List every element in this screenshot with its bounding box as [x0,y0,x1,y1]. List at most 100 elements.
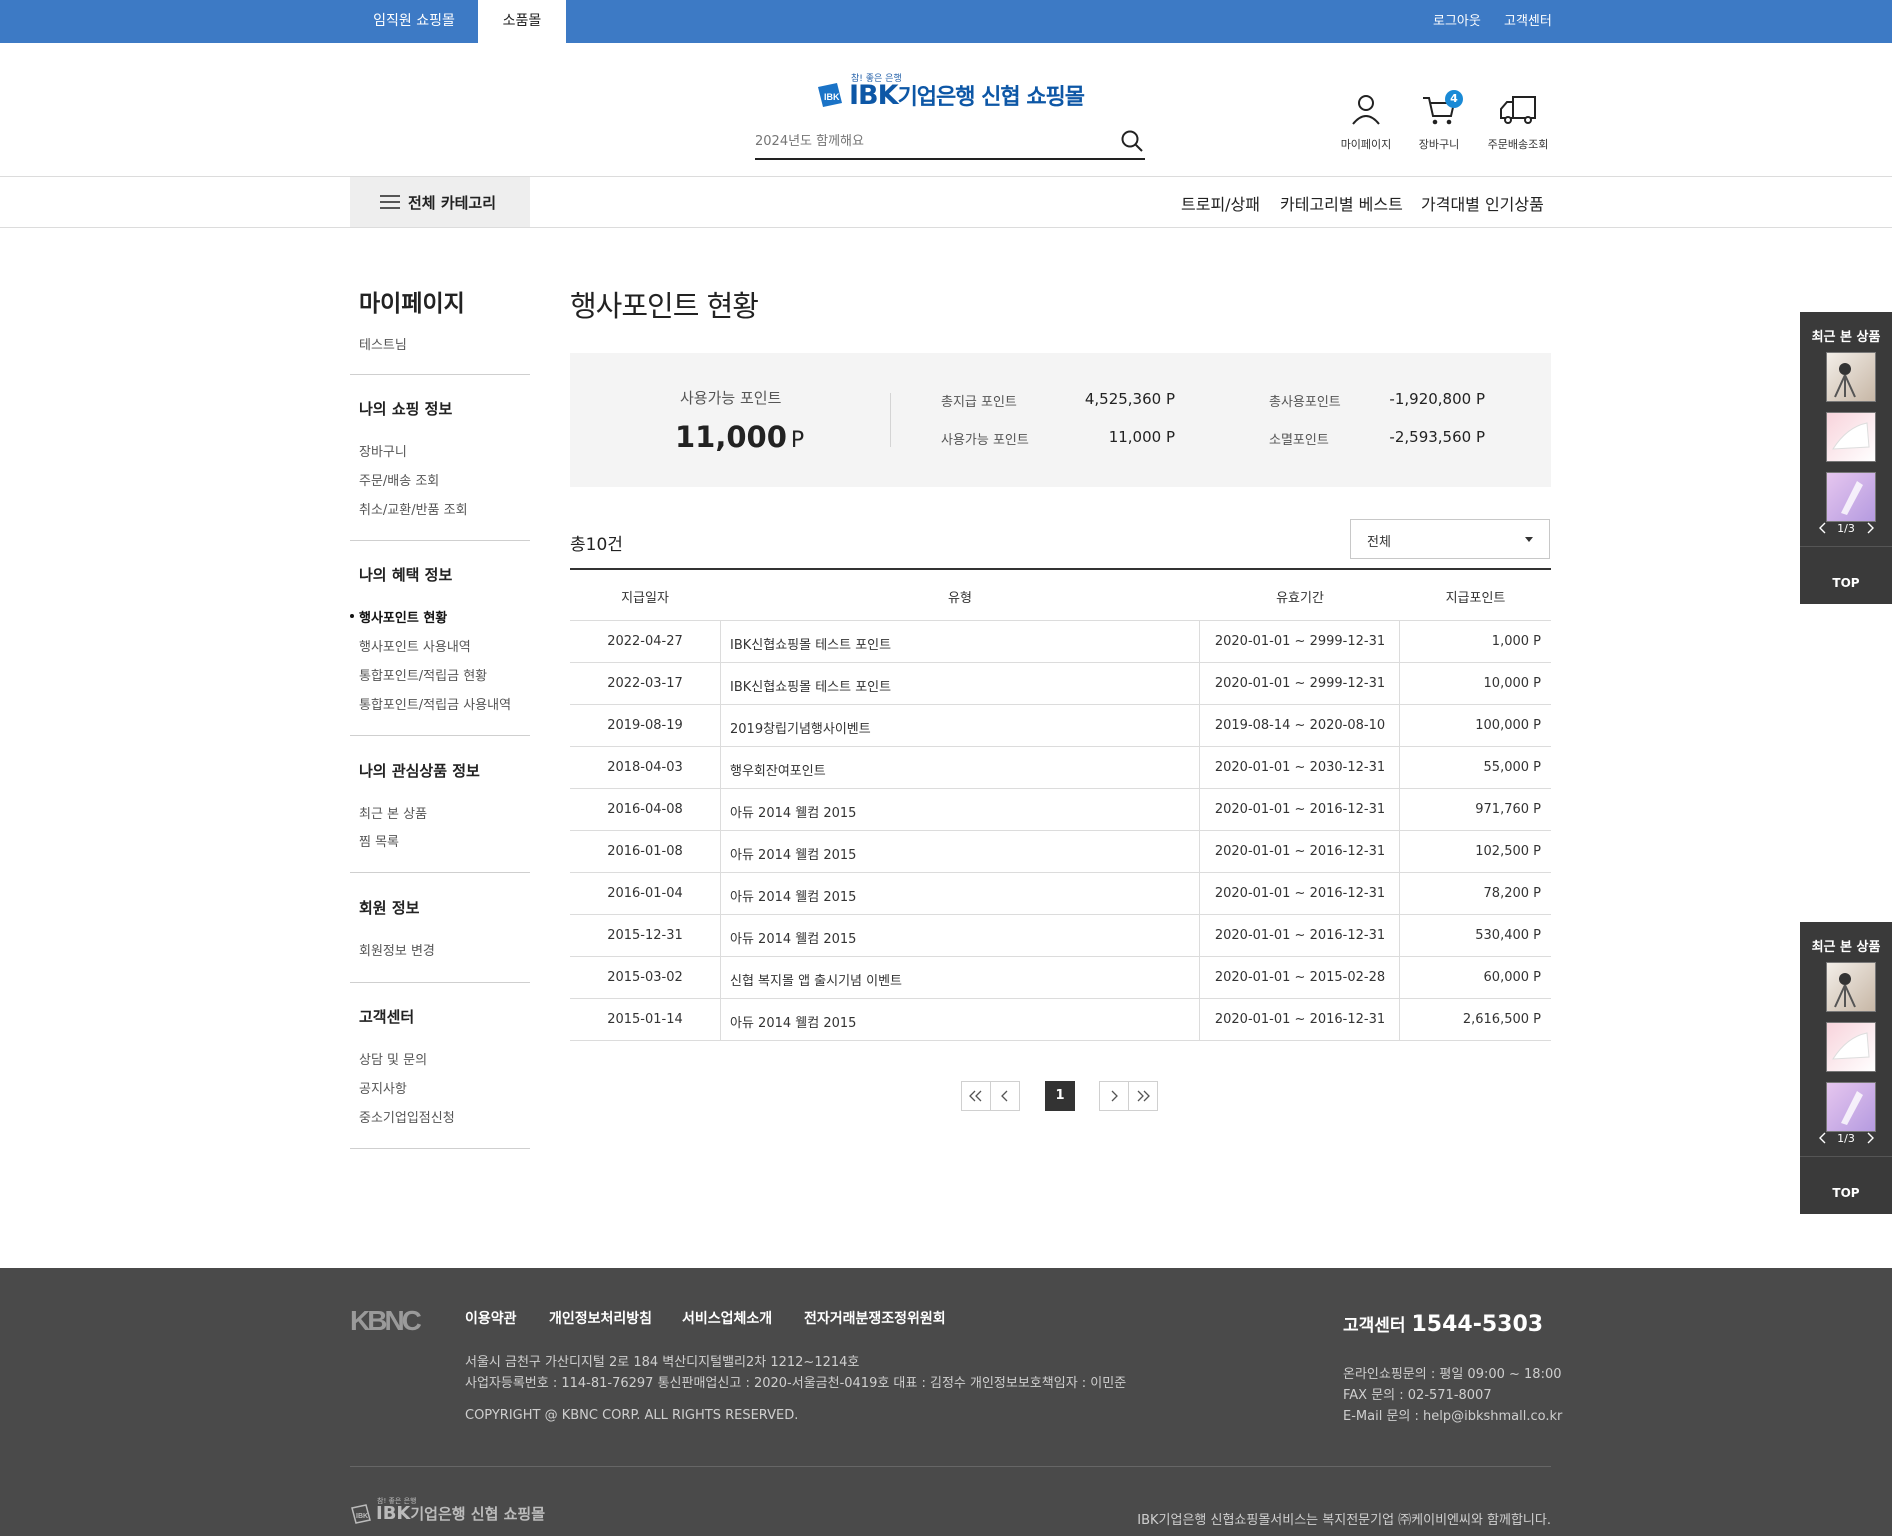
footer-cs-hours: 온라인쇼핑문의 : 평일 09:00 ~ 18:00 [1343,1367,1562,1382]
recent-products-title: 최근 본 상품 [1811,940,1881,955]
sidebar-item-integrated-points-history[interactable]: 통합포인트/적립금 사용내역 [359,694,511,713]
footer-link-terms[interactable]: 이용약관 [465,1308,517,1328]
sidebar-item-cart[interactable]: 장바구니 [359,441,407,460]
table-row-divider [570,746,1551,747]
footer-cs-fax: FAX 문의 : 02-571-8007 [1343,1388,1492,1403]
table-row-divider [570,998,1551,999]
footer-logo-text: 기업은행 신협 쇼핑몰 [410,1505,546,1523]
available-points-number: 11,000 [675,420,787,454]
table-row-divider [570,662,1551,663]
cell-points: 55,000 P [1483,760,1541,775]
filter-selected-value: 전체 [1367,535,1391,550]
last-page-button[interactable] [1128,1081,1158,1111]
cs-label: 고객센터 [1343,1316,1406,1336]
sidebar-divider [350,1148,530,1149]
first-page-button[interactable] [961,1081,991,1111]
total-used-value: -1,920,800 P [1389,390,1485,408]
cell-type: IBK신협쇼핑몰 테스트 포인트 [730,680,892,695]
next-page-button[interactable] [1099,1081,1129,1111]
sidebar-item-wishlist[interactable]: 찜 목록 [359,831,399,850]
cell-date: 2015-12-31 [607,928,683,943]
footer-bottom-logo: IBK 참! 좋은 은행 IBK기업은행 신협 쇼핑몰 [350,1497,560,1527]
cell-validity: 2020-01-01 ~ 2016-12-31 [1214,1012,1386,1027]
footer-logo-wordmark: IBK기업은행 신협 쇼핑몰 [376,1503,545,1524]
sidebar-item-cancel-return[interactable]: 취소/교환/반품 조회 [359,499,468,518]
footer-link-dispute[interactable]: 전자거래분쟁조정위원회 [804,1308,946,1328]
sidebar-item-edit-member[interactable]: 회원정보 변경 [359,940,435,959]
footer-business-info: 사업자등록번호 : 114-81-76297 통신판매업신고 : 2020-서울… [465,1376,1127,1391]
nav-divider-bottom [0,227,1892,228]
cell-validity: 2020-01-01 ~ 2015-02-28 [1214,970,1386,985]
nav-price-popular[interactable]: 가격대별 인기상품 [1421,191,1544,215]
sidebar-item-order-delivery[interactable]: 주문/배송 조회 [359,470,439,489]
tripod-product-image [1834,363,1856,398]
col-divider [1399,621,1400,1041]
search-input[interactable] [755,124,1105,158]
table-header-divider [570,620,1551,621]
prev-page-button[interactable] [990,1081,1020,1111]
customer-center-link[interactable]: 고객센터 [1504,0,1552,43]
recent-products-page: 1/3 [1837,1132,1855,1145]
sidebar-item-notice[interactable]: 공지사항 [359,1078,407,1097]
recent-product-thumb[interactable] [1826,472,1876,522]
nav-category-best[interactable]: 카테고리별 베스트 [1280,191,1403,215]
sidebar-item-recent-products[interactable]: 최근 본 상품 [359,803,427,822]
cell-validity: 2020-01-01 ~ 2016-12-31 [1214,802,1386,817]
all-category-button[interactable]: 전체 카테고리 [350,177,530,227]
footer-copyright: COPYRIGHT @ KBNC CORP. ALL RIGHTS RESERV… [465,1408,799,1423]
table-top-border [570,568,1551,570]
cell-type: 아듀 2014 웰컴 2015 [730,1016,857,1031]
quick-divider [1800,546,1892,547]
svg-text:IBK: IBK [356,1513,368,1520]
filter-select[interactable]: 전체 [1350,519,1550,559]
delivery-tracking-button[interactable]: 주문배송조회 [1473,92,1563,152]
recent-product-thumb[interactable] [1826,1022,1876,1072]
scroll-top-button[interactable]: TOP [1800,1186,1892,1200]
sidebar-divider [350,735,530,736]
cell-type: 신협 복지몰 앱 출시기념 이벤트 [730,974,903,989]
sidebar-divider [350,540,530,541]
recent-product-thumb[interactable] [1826,352,1876,402]
search-icon[interactable] [1119,128,1145,154]
sidebar-item-vendor-apply[interactable]: 중소기업입점신청 [359,1107,455,1126]
recent-product-thumb[interactable] [1826,1082,1876,1132]
cell-validity: 2019-08-14 ~ 2020-08-10 [1214,718,1386,733]
svg-text:IBK: IBK [824,92,840,102]
logout-link[interactable]: 로그아웃 [1433,0,1481,43]
table-row-divider [570,1040,1551,1041]
scroll-top-button[interactable]: TOP [1800,576,1892,590]
cart-button[interactable]: 4 장바구니 [1394,90,1484,152]
hamburger-icon [380,195,400,209]
chevron-left-icon [1001,1090,1008,1102]
cell-validity: 2020-01-01 ~ 2999-12-31 [1214,676,1386,691]
points-unit: P [790,428,805,453]
sidebar-item-event-points-history[interactable]: 행사포인트 사용내역 [359,636,471,655]
sidebar-item-event-points[interactable]: 행사포인트 현황 [349,607,447,626]
page-title: 행사포인트 현황 [570,289,759,323]
cell-date: 2016-01-08 [607,844,683,859]
footer-link-privacy[interactable]: 개인정보처리방침 [549,1308,652,1328]
footer-link-company[interactable]: 서비스업체소개 [682,1308,772,1328]
chevron-right-icon[interactable] [1865,522,1875,534]
recent-product-thumb[interactable] [1826,412,1876,462]
recent-product-thumb[interactable] [1826,962,1876,1012]
sidebar-item-inquiry[interactable]: 상담 및 문의 [359,1049,427,1068]
sidebar-item-integrated-points[interactable]: 통합포인트/적립금 현황 [359,665,487,684]
white-product-image [1832,1032,1870,1060]
cell-date: 2022-03-17 [607,676,683,691]
tab-employee-mall[interactable]: 임직원 쇼핑몰 [355,0,473,43]
site-logo[interactable]: IBK 참! 좋은 은행 IBK기업은행 신협 쇼핑몰 [815,68,1085,114]
cell-date: 2022-04-27 [607,634,683,649]
footer-divider [350,1466,1551,1467]
cart-label: 장바구니 [1418,138,1460,151]
page-1-button[interactable]: 1 [1045,1081,1075,1111]
nav-trophy[interactable]: 트로피/상패 [1181,191,1260,215]
nav-divider-top [0,176,1892,177]
cell-date: 2016-04-08 [607,802,683,817]
chevron-right-icon[interactable] [1865,1132,1875,1144]
logo-wordmark: IBK기업은행 신협 쇼핑몰 [849,79,1085,111]
cell-type: 2019창립기념행사이벤트 [730,722,871,737]
tab-props-mall[interactable]: 소품몰 [478,0,566,43]
cell-points: 10,000 P [1483,676,1541,691]
th-type: 유형 [948,591,972,606]
